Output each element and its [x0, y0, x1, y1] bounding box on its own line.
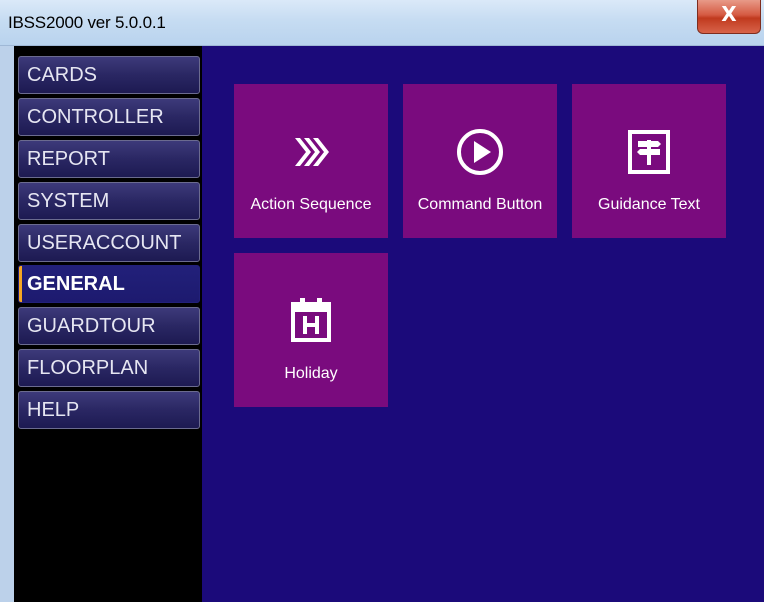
holiday-tile[interactable]: Holiday	[234, 253, 388, 407]
sidebar: CARDS CONTROLLER REPORT SYSTEM USERACCOU…	[14, 46, 202, 602]
sidebar-item-help[interactable]: HELP	[18, 391, 200, 429]
window-title: IBSS2000 ver 5.0.0.1	[8, 13, 166, 32]
tile-label: Guidance Text	[598, 196, 700, 213]
sidebar-item-general[interactable]: GENERAL	[18, 265, 200, 303]
signpost-icon	[621, 124, 677, 180]
sidebar-item-system[interactable]: SYSTEM	[18, 182, 200, 220]
title-bar[interactable]: IBSS2000 ver 5.0.0.1 X	[0, 0, 764, 46]
play-circle-icon	[452, 124, 508, 180]
sidebar-item-guardtour[interactable]: GUARDTOUR	[18, 307, 200, 345]
tile-label: Command Button	[417, 196, 543, 213]
content-area: Action Sequence Command Button Guidance …	[202, 46, 764, 602]
guidance-text-tile[interactable]: Guidance Text	[572, 84, 726, 238]
command-button-tile[interactable]: Command Button	[403, 84, 557, 238]
sidebar-item-cards[interactable]: CARDS	[18, 56, 200, 94]
sidebar-item-report[interactable]: REPORT	[18, 140, 200, 178]
sidebar-item-controller[interactable]: CONTROLLER	[18, 98, 200, 136]
sidebar-item-useraccount[interactable]: USERACCOUNT	[18, 224, 200, 262]
close-button[interactable]: X	[697, 0, 761, 34]
calendar-h-icon	[283, 293, 339, 349]
tile-label: Action Sequence	[250, 196, 372, 213]
window-frame-left	[0, 46, 14, 602]
close-icon: X	[721, 1, 737, 26]
double-chevron-right-icon	[283, 124, 339, 180]
action-sequence-tile[interactable]: Action Sequence	[234, 84, 388, 238]
sidebar-item-floorplan[interactable]: FLOORPLAN	[18, 349, 200, 387]
tile-label: Holiday	[284, 365, 338, 382]
app-window: IBSS2000 ver 5.0.0.1 X CARDS CONTROLLER …	[0, 0, 764, 602]
